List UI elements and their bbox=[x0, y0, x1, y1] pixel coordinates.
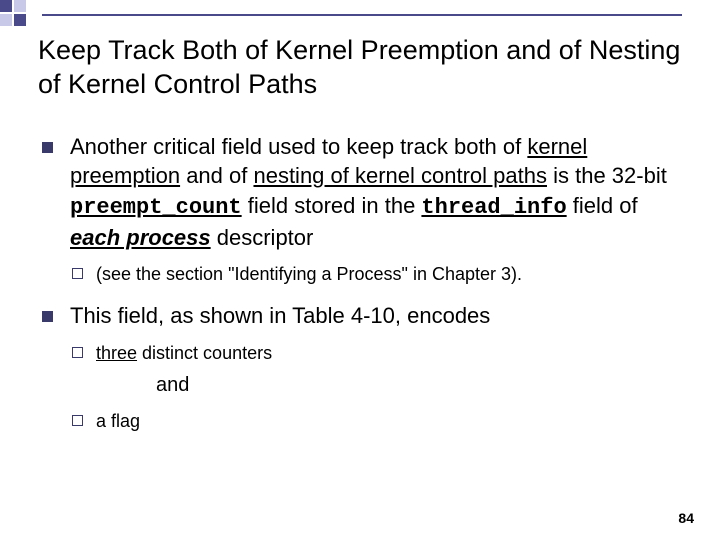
text: Another critical field used to keep trac… bbox=[70, 134, 527, 159]
connector-text: and bbox=[70, 372, 688, 399]
text: distinct counters bbox=[137, 343, 272, 363]
underlined-term: three bbox=[96, 343, 137, 363]
header-rule bbox=[42, 14, 682, 16]
text: a flag bbox=[96, 411, 140, 431]
bullet-item: This field, as shown in Table 4-10, enco… bbox=[42, 301, 688, 434]
text: descriptor bbox=[211, 225, 314, 250]
text: is the 32-bit bbox=[547, 163, 667, 188]
slide-content: Keep Track Both of Kernel Preemption and… bbox=[38, 34, 688, 449]
bullet-list: Another critical field used to keep trac… bbox=[38, 132, 688, 435]
corner-decoration bbox=[0, 0, 40, 40]
text: (see the section "Identifying a Process"… bbox=[96, 264, 522, 284]
page-number: 84 bbox=[678, 510, 694, 526]
emphasis-term: each process bbox=[70, 225, 211, 250]
underlined-term: nesting of kernel control paths bbox=[253, 163, 547, 188]
bullet-item: Another critical field used to keep trac… bbox=[42, 132, 688, 288]
sub-bullet-list: (see the section "Identifying a Process"… bbox=[70, 262, 688, 287]
text: and of bbox=[180, 163, 253, 188]
sub-bullet-list: three distinct counters bbox=[70, 341, 688, 366]
text: field stored in the bbox=[242, 193, 422, 218]
code-term: preempt_count bbox=[70, 195, 242, 220]
sub-bullet-item: a flag bbox=[72, 409, 688, 434]
sub-bullet-item: (see the section "Identifying a Process"… bbox=[72, 262, 688, 287]
sub-bullet-list: a flag bbox=[70, 409, 688, 434]
text: field of bbox=[567, 193, 638, 218]
text: This field, as shown in Table 4-10, enco… bbox=[70, 303, 490, 328]
sub-bullet-item: three distinct counters bbox=[72, 341, 688, 366]
slide-title: Keep Track Both of Kernel Preemption and… bbox=[38, 34, 688, 102]
code-term: thread_info bbox=[421, 195, 566, 220]
